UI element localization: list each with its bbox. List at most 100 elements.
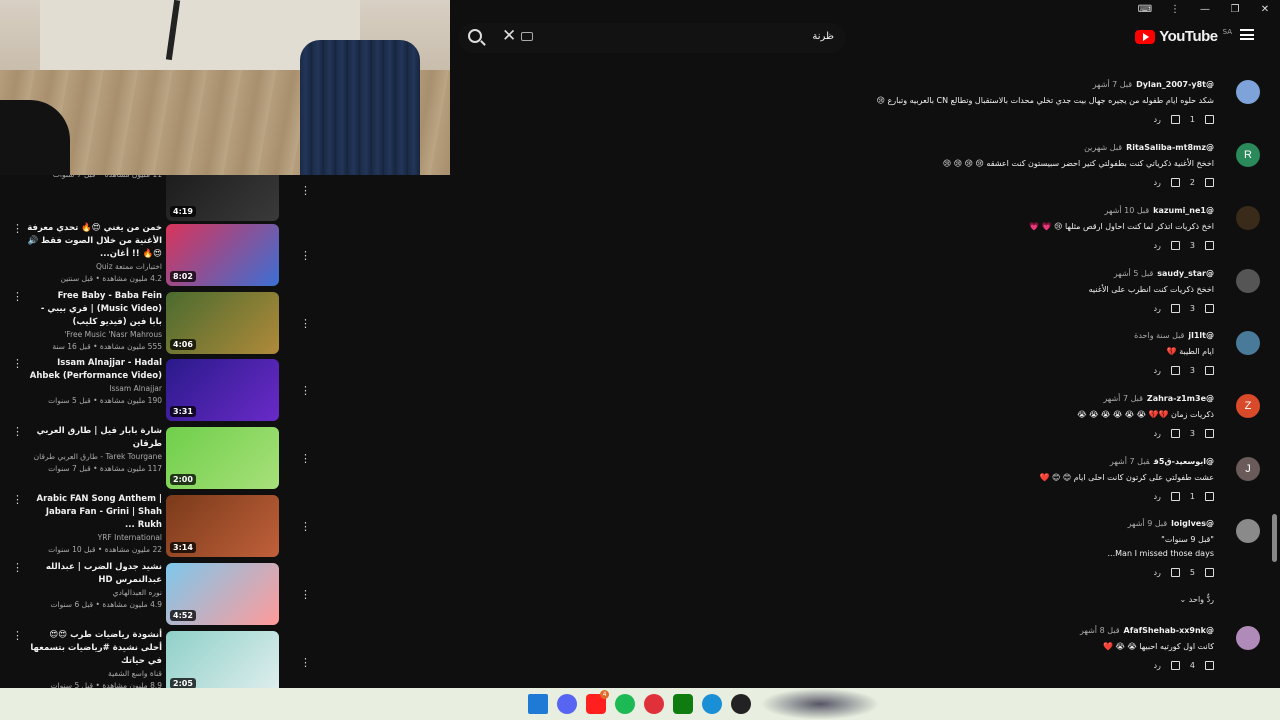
comment-time[interactable]: قبل 7 أشهر bbox=[1103, 394, 1143, 403]
thumbs-up-icon[interactable] bbox=[1205, 115, 1214, 124]
avatar[interactable]: Z bbox=[1236, 394, 1260, 418]
thumbs-down-icon[interactable] bbox=[1170, 492, 1180, 501]
more-options-icon[interactable]: ⋮ bbox=[300, 452, 311, 465]
comment-author[interactable]: @jl1lt bbox=[1188, 331, 1214, 340]
restore-button[interactable]: ❐ bbox=[1220, 4, 1250, 15]
related-video-item[interactable]: 4:19⋮⋮KlashFans11 مليون مشاهدة • قبل 7 س… bbox=[0, 175, 320, 223]
thumbs-down-icon[interactable] bbox=[1170, 304, 1180, 313]
more-options-icon[interactable]: ⋮ bbox=[12, 425, 23, 438]
obs-icon[interactable] bbox=[731, 694, 751, 714]
video-title[interactable]: Issam Alnajjar - Hadal Ahbek (Performanc… bbox=[26, 357, 162, 383]
avatar[interactable]: R bbox=[1236, 143, 1260, 167]
channel-name[interactable]: Issam Alnajjar bbox=[26, 383, 162, 395]
thumbs-up-icon[interactable] bbox=[1205, 568, 1214, 577]
avatar[interactable] bbox=[1236, 626, 1260, 650]
thumbs-down-icon[interactable] bbox=[1170, 568, 1180, 577]
view-replies-button[interactable]: ردٌّ واحد ⌄ bbox=[1180, 595, 1214, 604]
more-options-icon[interactable]: ⋮ bbox=[12, 493, 23, 506]
reply-button[interactable]: رد bbox=[1153, 178, 1160, 187]
reply-button[interactable]: رد bbox=[1153, 366, 1160, 375]
reply-button[interactable]: رد bbox=[1153, 568, 1160, 577]
avatar[interactable] bbox=[1236, 80, 1260, 104]
avatar[interactable] bbox=[1236, 331, 1260, 355]
avatar[interactable]: J bbox=[1236, 457, 1260, 481]
comment-author[interactable]: @saudy_star bbox=[1157, 269, 1214, 278]
channel-name[interactable]: نوره العبدالهادي bbox=[26, 587, 162, 599]
video-title[interactable]: شارة بابار فيل | طارق العربي طرقان bbox=[26, 425, 162, 451]
avatar[interactable] bbox=[1236, 519, 1260, 543]
edge-icon[interactable] bbox=[702, 694, 722, 714]
thumbs-up-icon[interactable] bbox=[1205, 661, 1214, 670]
related-video-item[interactable]: 2:00 ⋮ ⋮ شارة بابار فيل | طارق العربي طرقان… bbox=[0, 425, 320, 491]
reply-button[interactable]: رد bbox=[1153, 492, 1160, 501]
comment-author[interactable]: @Zahra-z1m3e bbox=[1147, 394, 1214, 403]
video-title[interactable]: خمن من يغني 😍🔥 تحدي معرفة الأغنية من خلا… bbox=[26, 222, 162, 261]
xbox-icon[interactable] bbox=[673, 694, 693, 714]
reply-button[interactable]: رد bbox=[1153, 429, 1160, 438]
related-video-item[interactable]: 4:06 ⋮ ⋮ Free Baby - Baba Fein (Music Video… bbox=[0, 290, 320, 356]
hamburger-icon[interactable] bbox=[1240, 29, 1254, 40]
windows-start-icon[interactable] bbox=[528, 694, 548, 714]
thumbs-up-icon[interactable] bbox=[1205, 178, 1214, 187]
comment-time[interactable]: قبل 9 أشهر bbox=[1128, 519, 1168, 528]
comment-author[interactable]: @Dylan_2007-y8t bbox=[1136, 80, 1214, 89]
avatar[interactable] bbox=[1236, 206, 1260, 230]
reply-button[interactable]: رد bbox=[1153, 304, 1160, 313]
comment-time[interactable]: قبل 7 أشهر bbox=[1110, 457, 1150, 466]
video-title[interactable]: نشيد جدول الضرب | عبدالله عبدالنمرس HD bbox=[26, 561, 162, 587]
search-bar[interactable]: ✕ ظرنة bbox=[458, 23, 846, 53]
thumbs-up-icon[interactable] bbox=[1205, 304, 1214, 313]
thumbs-up-icon[interactable] bbox=[1205, 241, 1214, 250]
video-title[interactable]: Free Baby - Baba Fein (Music Video) | فر… bbox=[26, 290, 162, 329]
related-video-item[interactable]: 4:52 ⋮ ⋮ نشيد جدول الضرب | عبدالله عبدالنمر… bbox=[0, 561, 320, 627]
close-button[interactable]: ✕ bbox=[1250, 4, 1280, 15]
keyboard-icon[interactable] bbox=[521, 32, 533, 41]
thumbs-down-icon[interactable] bbox=[1170, 366, 1180, 375]
comment-author[interactable]: @AfafShehab-xx9nk bbox=[1124, 626, 1214, 635]
more-options-icon[interactable]: ⋮ bbox=[300, 656, 311, 669]
comment-time[interactable]: قبل 7 أشهر bbox=[1093, 80, 1133, 89]
channel-name[interactable]: قناة واسع الشفية bbox=[26, 668, 162, 680]
comment-author[interactable]: @RitaSaliba-mt8mz bbox=[1126, 143, 1214, 152]
more-options-icon[interactable]: ⋮ bbox=[300, 520, 311, 533]
comment-time[interactable]: قبل 5 أشهر bbox=[1114, 269, 1154, 278]
comment-author[interactable]: @ابوسعيد-ق5ق bbox=[1154, 457, 1214, 466]
comment-time[interactable]: قبل 8 أشهر bbox=[1080, 626, 1120, 635]
related-video-item[interactable]: 2:05 ⋮ ⋮ أنشودة رياضيات طرب 😍😍 أحلى نشيدة #… bbox=[0, 629, 320, 688]
reply-button[interactable]: رد bbox=[1153, 115, 1160, 124]
related-video-item[interactable]: 3:31 ⋮ ⋮ Issam Alnajjar - Hadal Ahbek (Perf… bbox=[0, 357, 320, 423]
thumbs-up-icon[interactable] bbox=[1205, 366, 1214, 375]
more-options-icon[interactable]: ⋮ bbox=[12, 222, 23, 235]
discord-icon[interactable] bbox=[557, 694, 577, 714]
comment-time[interactable]: قبل سنة واحدة bbox=[1134, 331, 1184, 340]
thumbs-down-icon[interactable] bbox=[1170, 178, 1180, 187]
thumbs-up-icon[interactable] bbox=[1205, 429, 1214, 438]
channel-name[interactable]: Tarek Tourgane - طارق العربي طرقان bbox=[26, 451, 162, 463]
video-player[interactable] bbox=[0, 0, 450, 175]
comment-time[interactable]: قبل 10 أشهر bbox=[1105, 206, 1150, 215]
close-icon[interactable]: ✕ bbox=[502, 26, 516, 46]
related-video-item[interactable]: 8:02 ⋮ ⋮ خمن من يغني 😍🔥 تحدي معرفة الأغنية … bbox=[0, 222, 320, 288]
comment-time[interactable]: قبل شهرين bbox=[1084, 143, 1122, 152]
channel-name[interactable]: اختبارات ممتعة Quiz bbox=[26, 261, 162, 273]
related-video-item[interactable]: 3:14 ⋮ ⋮ Arabic FAN Song Anthem | Jabara Fa… bbox=[0, 493, 320, 559]
scrollbar[interactable] bbox=[1272, 514, 1277, 562]
opera-icon[interactable] bbox=[644, 694, 664, 714]
channel-name[interactable]: YRF International bbox=[26, 532, 162, 544]
more-options-icon[interactable]: ⋮ bbox=[12, 290, 23, 303]
spotify-icon[interactable] bbox=[615, 694, 635, 714]
video-title[interactable]: أنشودة رياضيات طرب 😍😍 أحلى نشيدة #رياضيا… bbox=[26, 629, 162, 668]
more-options-icon[interactable]: ⋮ bbox=[300, 317, 311, 330]
search-input[interactable]: ظرنة bbox=[812, 31, 834, 42]
more-options-icon[interactable]: ⋮ bbox=[300, 384, 311, 397]
comment-author[interactable]: @kazumi_ne1 bbox=[1153, 206, 1214, 215]
youtube-logo[interactable]: YouTube SA bbox=[1135, 28, 1232, 45]
comment-author[interactable]: @loiglves bbox=[1171, 519, 1214, 528]
reply-button[interactable]: رد bbox=[1153, 241, 1160, 250]
more-options-icon[interactable]: ⋮ bbox=[1160, 4, 1190, 15]
more-options-icon[interactable]: ⋮ bbox=[12, 561, 23, 574]
youtube-music-icon[interactable]: 4 bbox=[586, 690, 609, 714]
more-options-icon[interactable]: ⋮ bbox=[300, 588, 311, 601]
video-title[interactable]: Arabic FAN Song Anthem | Jabara Fan - Gr… bbox=[26, 493, 162, 532]
more-options-icon[interactable]: ⋮ bbox=[300, 184, 311, 197]
